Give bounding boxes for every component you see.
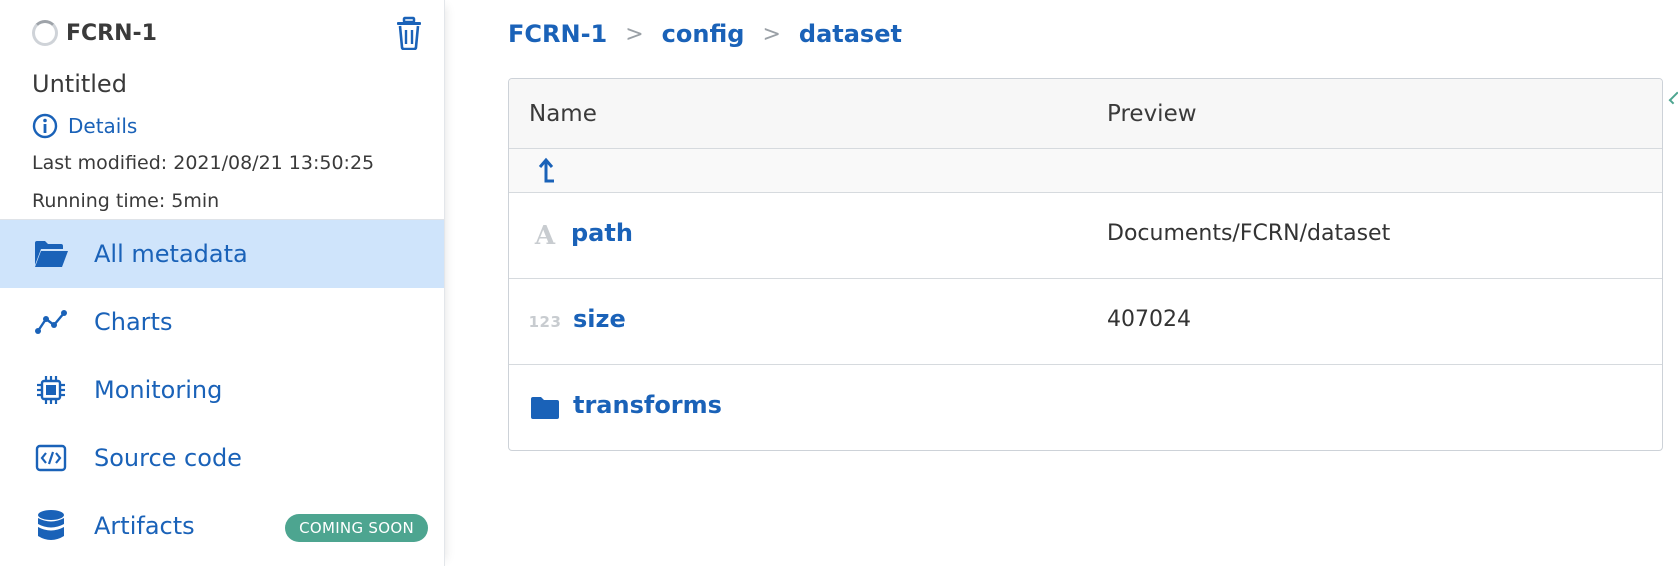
line-chart-icon — [32, 303, 70, 341]
folder-icon — [529, 391, 561, 425]
sidebar-item-label: Source code — [94, 444, 242, 472]
field-preview: Documents/FCRN/dataset — [1107, 221, 1391, 246]
table-row: 123 size 407024 — [509, 279, 1662, 365]
status-spinner-icon — [32, 20, 58, 46]
sidebar-item-label: All metadata — [94, 240, 248, 268]
column-header-preview: Preview — [1107, 101, 1197, 127]
database-icon — [32, 507, 70, 545]
cpu-chip-icon — [32, 371, 70, 409]
table-header: Name Preview — [509, 79, 1662, 149]
sidebar: FCRN-1 Untitled Details Last modified: 2… — [0, 0, 445, 566]
folder-open-icon — [32, 235, 70, 273]
main-content: FCRN-1 > config > dataset Name Preview A… — [445, 0, 1678, 566]
details-link[interactable]: Details — [32, 112, 444, 140]
sidebar-item-charts[interactable]: Charts — [0, 288, 444, 356]
delete-run-button[interactable] — [394, 16, 424, 51]
breadcrumb-item-run[interactable]: FCRN-1 — [508, 20, 607, 48]
sidebar-item-source-code[interactable]: Source code — [0, 424, 444, 492]
run-header: FCRN-1 Untitled Details Last modified: 2… — [0, 0, 444, 220]
breadcrumb-separator: > — [762, 21, 781, 47]
run-name: Untitled — [32, 70, 127, 98]
column-header-name: Name — [529, 101, 597, 127]
sidebar-item-label: Monitoring — [94, 376, 223, 404]
sidebar-item-label: Artifacts — [94, 512, 195, 540]
coming-soon-badge: COMING SOON — [285, 514, 428, 542]
field-name-link[interactable]: transforms — [573, 391, 722, 419]
sidebar-item-artifacts[interactable]: Artifacts COMING SOON — [0, 492, 444, 560]
table-row: A path Documents/FCRN/dataset — [509, 193, 1662, 279]
info-icon — [32, 113, 58, 139]
sidebar-nav: All metadata Charts Monitoring Source co… — [0, 220, 444, 560]
breadcrumb: FCRN-1 > config > dataset — [508, 16, 902, 52]
breadcrumb-item-dataset[interactable]: dataset — [799, 20, 902, 48]
sidebar-item-all-metadata[interactable]: All metadata — [0, 220, 444, 288]
level-up-icon — [538, 157, 554, 182]
field-preview: 407024 — [1107, 307, 1191, 332]
parent-folder-row[interactable] — [509, 149, 1662, 193]
breadcrumb-separator: > — [625, 21, 644, 47]
sidebar-item-monitoring[interactable]: Monitoring — [0, 356, 444, 424]
sidebar-item-label: Charts — [94, 308, 173, 336]
field-name-link[interactable]: path — [571, 219, 633, 247]
breadcrumb-item-config[interactable]: config — [662, 20, 745, 48]
run-id-row: FCRN-1 — [32, 18, 444, 48]
field-name-link[interactable]: size — [573, 305, 626, 333]
string-type-icon: A — [534, 221, 556, 251]
run-id: FCRN-1 — [66, 20, 157, 46]
last-modified: Last modified: 2021/08/21 13:50:25 — [32, 152, 375, 174]
running-time: Running time: 5min — [32, 190, 220, 212]
panel-toggle-icon[interactable] — [1668, 91, 1678, 105]
trash-icon — [397, 16, 421, 51]
number-type-icon: 123 — [528, 313, 562, 331]
metadata-table: Name Preview A path Documents/FCRN/datas… — [508, 78, 1663, 451]
code-icon — [32, 439, 70, 477]
details-label: Details — [68, 114, 138, 138]
table-row: transforms — [509, 365, 1662, 450]
